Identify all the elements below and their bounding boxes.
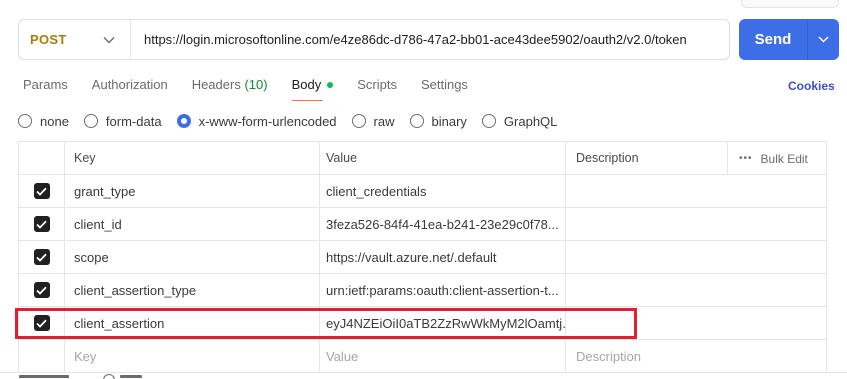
request-url-bar: POST https://login.microsoftonline.com/e… xyxy=(18,19,730,60)
row-check-cell xyxy=(19,274,65,306)
row-key[interactable]: client_assertion_type xyxy=(65,274,320,306)
top-button-fragment xyxy=(741,0,839,8)
check-icon xyxy=(36,253,47,262)
new-key-input[interactable]: Key xyxy=(65,340,320,372)
table-row-placeholder: Key Value Description xyxy=(19,340,826,373)
check-icon xyxy=(36,187,47,196)
row-description[interactable] xyxy=(566,175,826,207)
chevron-down-icon xyxy=(818,36,829,43)
radio-label: none xyxy=(40,113,69,129)
cookies-link[interactable]: Cookies xyxy=(788,79,835,93)
radio-label: binary xyxy=(431,113,467,129)
request-tabs: Params Authorization Headers (10) Body S… xyxy=(23,77,492,101)
radio-form-data[interactable]: form-data xyxy=(83,113,162,129)
header-value: Value xyxy=(320,142,566,174)
method-label: POST xyxy=(30,32,67,47)
bulk-edit-button[interactable]: ••• Bulk Edit xyxy=(728,142,826,175)
tab-body[interactable]: Body xyxy=(291,77,334,101)
row-check-cell xyxy=(19,241,65,273)
method-select[interactable]: POST xyxy=(19,20,131,59)
checkbox-checked[interactable] xyxy=(33,282,50,298)
radio-urlencoded[interactable]: x-www-form-urlencoded xyxy=(176,113,337,129)
row-check-cell xyxy=(19,208,65,240)
radio-raw[interactable]: raw xyxy=(351,113,395,129)
send-button-group: Send xyxy=(739,19,839,60)
tab-authorization[interactable]: Authorization xyxy=(92,77,168,101)
row-value[interactable]: urn:ietf:params:oauth:client-assertion-t… xyxy=(320,274,566,306)
radio-graphql[interactable]: GraphQL xyxy=(481,113,558,129)
header-key: Key xyxy=(65,142,320,174)
radio-label: x-www-form-urlencoded xyxy=(198,113,337,129)
chevron-down-icon xyxy=(102,33,116,47)
radio-circle xyxy=(409,114,424,128)
send-button[interactable]: Send xyxy=(739,31,807,48)
checkbox-checked[interactable] xyxy=(33,249,50,265)
row-key[interactable]: grant_type xyxy=(65,175,320,207)
table-header-row: Key Value Description ••• Bulk Edit xyxy=(19,142,826,175)
row-value[interactable]: client_credentials xyxy=(320,175,566,207)
table-row: scope https://vault.azure.net/.default xyxy=(19,241,826,274)
body-active-dot xyxy=(327,81,334,88)
bulk-edit-label: Bulk Edit xyxy=(760,151,808,166)
radio-none[interactable]: none xyxy=(18,114,69,129)
history-icon xyxy=(103,374,115,379)
tab-scripts[interactable]: Scripts xyxy=(357,77,397,101)
radio-circle xyxy=(83,114,98,128)
table-row: grant_type client_credentials xyxy=(19,175,826,208)
radio-label: form-data xyxy=(105,113,162,129)
highlight-box xyxy=(15,308,637,339)
bottom-tab-fragment xyxy=(120,375,142,378)
radio-circle xyxy=(481,114,496,128)
checkbox-checked[interactable] xyxy=(33,183,50,199)
new-description-input[interactable]: Description xyxy=(566,340,826,372)
row-check-cell xyxy=(19,340,65,372)
url-input[interactable]: https://login.microsoftonline.com/e4ze86… xyxy=(131,32,687,47)
row-key[interactable]: client_id xyxy=(65,208,320,240)
tab-headers[interactable]: Headers (10) xyxy=(192,77,268,101)
params-table: Key Value Description ••• Bulk Edit gran… xyxy=(18,141,827,379)
bottom-tab-fragment xyxy=(19,375,69,378)
more-dots-icon: ••• xyxy=(739,153,753,164)
radio-label: raw xyxy=(373,113,395,129)
radio-binary[interactable]: binary xyxy=(409,113,467,129)
checkbox-checked[interactable] xyxy=(33,216,50,232)
radio-circle-checked xyxy=(176,114,191,128)
tab-settings[interactable]: Settings xyxy=(421,77,468,101)
row-description[interactable] xyxy=(566,241,826,273)
tab-body-label: Body xyxy=(291,77,322,92)
header-check-cell xyxy=(19,142,65,174)
table-row: client_id 3feza526-84f4-41ea-b241-23e29c… xyxy=(19,208,826,241)
row-description[interactable] xyxy=(566,274,826,306)
new-value-input[interactable]: Value xyxy=(320,340,566,372)
row-value[interactable]: 3feza526-84f4-41ea-b241-23e29c0f78... xyxy=(320,208,566,240)
row-check-cell xyxy=(19,175,65,207)
headers-count: (10) xyxy=(244,77,268,92)
check-icon xyxy=(36,286,47,295)
radio-label: GraphQL xyxy=(503,113,558,129)
radio-circle xyxy=(18,114,32,128)
send-options-button[interactable] xyxy=(808,36,839,43)
row-value[interactable]: https://vault.azure.net/.default xyxy=(320,241,566,273)
check-icon xyxy=(36,220,47,229)
table-row: client_assertion_type urn:ietf:params:oa… xyxy=(19,274,826,307)
header-description: Description xyxy=(566,142,728,174)
tab-headers-label: Headers xyxy=(191,77,241,92)
row-description[interactable] xyxy=(566,208,826,240)
body-type-radios: none form-data x-www-form-urlencoded raw… xyxy=(18,112,572,130)
tab-params[interactable]: Params xyxy=(23,77,68,101)
row-key[interactable]: scope xyxy=(65,241,320,273)
radio-circle xyxy=(351,114,366,128)
